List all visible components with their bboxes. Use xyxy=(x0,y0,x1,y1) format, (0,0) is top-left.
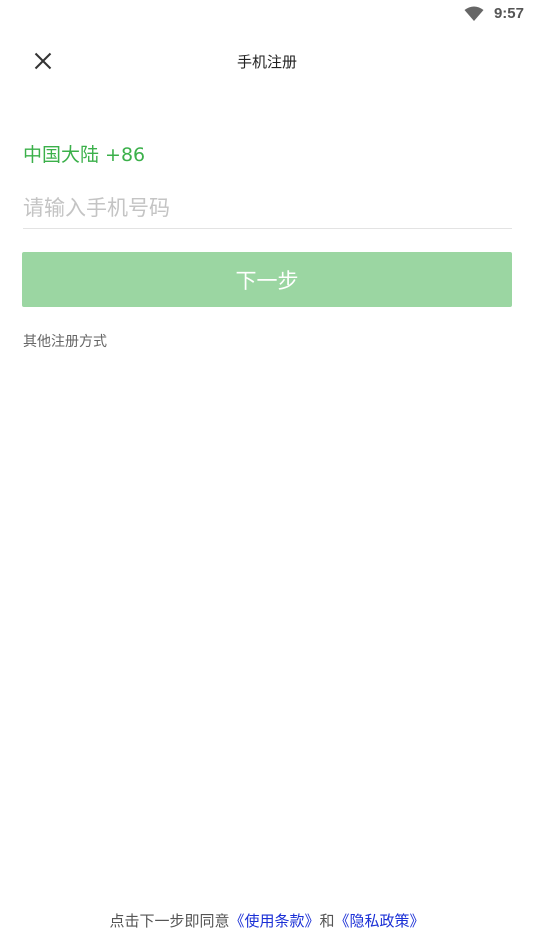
country-code-selector[interactable]: 中国大陆 +86 xyxy=(23,140,145,167)
other-registration-methods-link[interactable]: 其他注册方式 xyxy=(23,331,107,351)
next-step-button[interactable]: 下一步 xyxy=(22,252,512,307)
phone-number-input[interactable] xyxy=(23,188,512,229)
wifi-icon xyxy=(464,6,484,21)
page-title: 手机注册 xyxy=(236,53,297,71)
agreement-and: 和 xyxy=(319,912,335,930)
status-time: 9:57 xyxy=(493,5,524,22)
status-bar: 9:57 xyxy=(0,0,534,30)
agreement-notice: 点击下一步即同意《使用条款》和《隐私政策》 xyxy=(0,910,534,931)
agreement-prefix: 点击下一步即同意 xyxy=(109,912,230,930)
terms-of-use-link[interactable]: 《使用条款》 xyxy=(229,912,319,930)
privacy-policy-link[interactable]: 《隐私政策》 xyxy=(335,912,425,930)
